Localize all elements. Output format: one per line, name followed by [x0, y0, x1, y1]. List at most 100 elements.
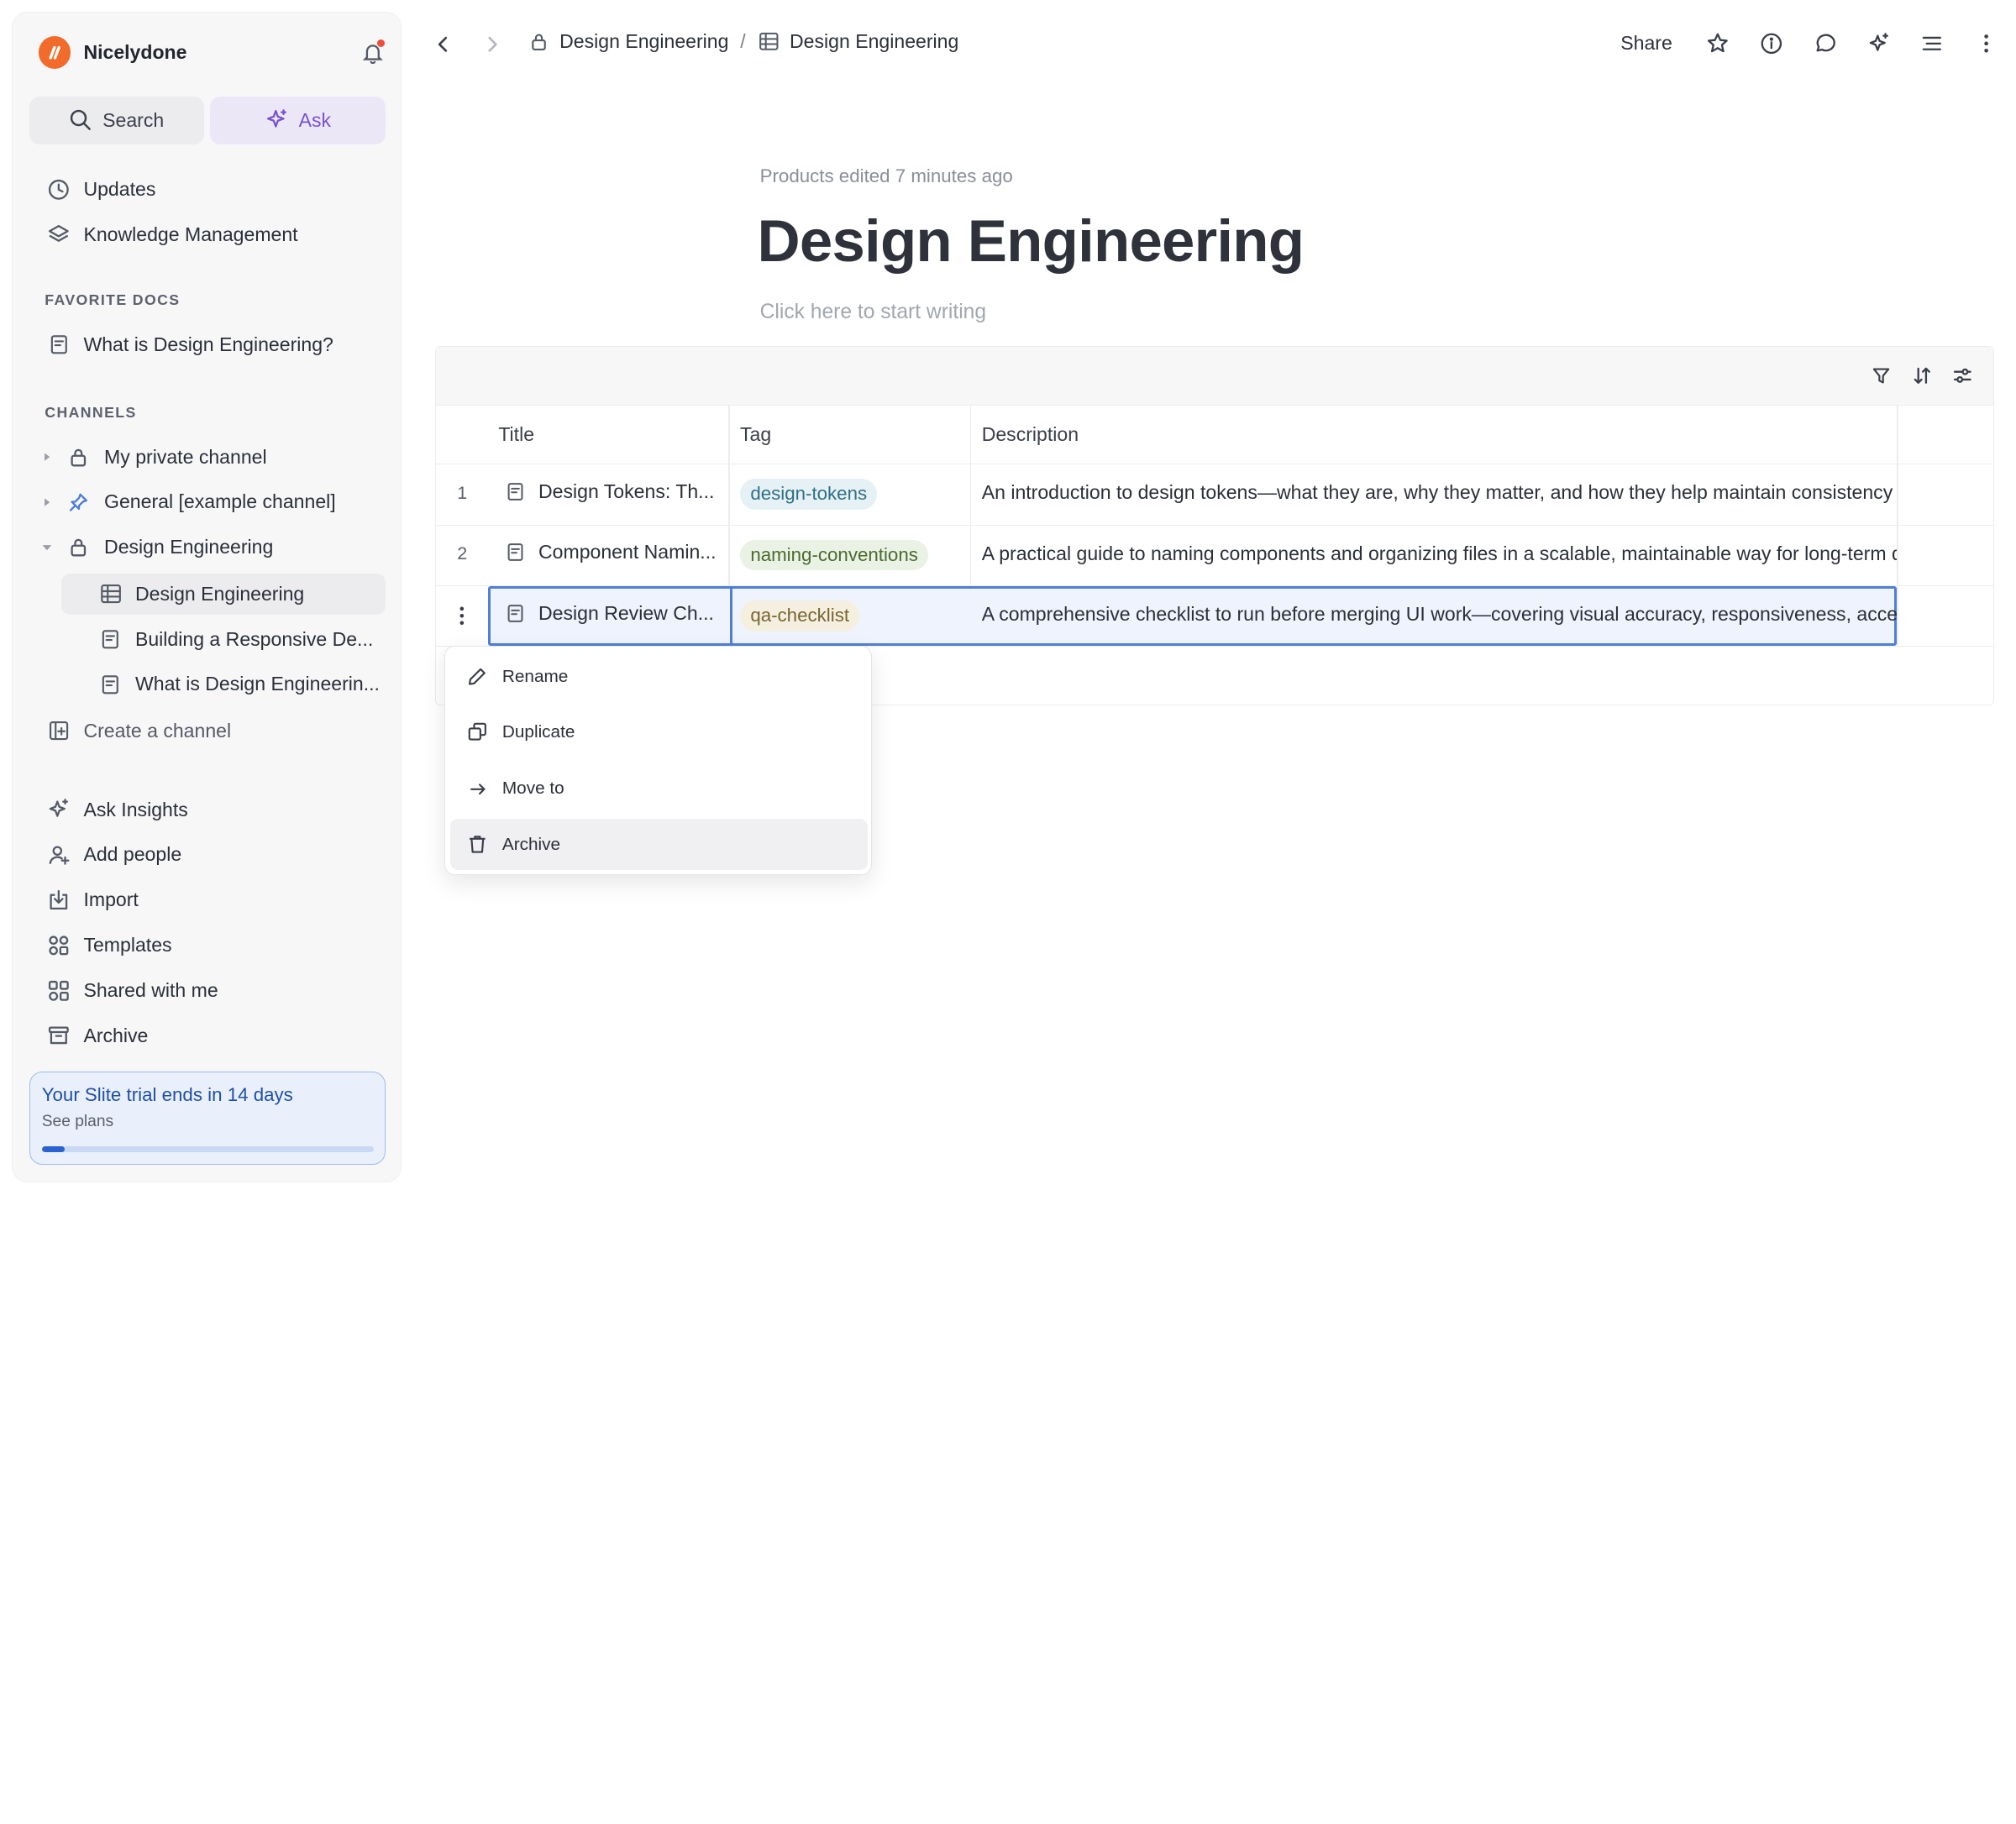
more-vertical-icon[interactable] [1972, 29, 2001, 58]
breadcrumb-doc[interactable]: Design Engineering [790, 30, 958, 53]
ai-sparkle-icon[interactable] [1865, 29, 1893, 58]
channel-child-label: Design Engineering [134, 582, 305, 605]
back-arrow-icon[interactable] [430, 31, 456, 57]
menu-item-archive[interactable]: Archive [450, 818, 869, 871]
channel-design-engineering[interactable]: Design Engineering [39, 528, 386, 567]
star-icon[interactable] [1704, 29, 1732, 58]
row-title-cell[interactable]: Design Review Ch... [503, 601, 714, 625]
caret-down-icon[interactable] [39, 542, 57, 553]
table-row-selected[interactable]: Design Review Ch... qa-checklist A compr… [436, 585, 1993, 647]
row-title: Design Review Ch... [538, 601, 714, 624]
table-toolbar [436, 347, 1993, 406]
sidebar-item-label: Knowledge Management [83, 223, 298, 245]
channel-label: General [example channel] [104, 490, 336, 513]
menu-item-label: Duplicate [501, 721, 575, 742]
lock-icon [528, 29, 551, 53]
row-number: 2 [457, 543, 468, 564]
archive-icon [46, 1023, 72, 1049]
row-number: 1 [457, 482, 468, 503]
channel-my-private-channel[interactable]: My private channel [39, 438, 386, 476]
row-title-cell[interactable]: Component Namin... [503, 541, 717, 564]
menu-item-label: Rename [501, 666, 569, 686]
forward-arrow-icon[interactable] [480, 31, 506, 57]
add-channel-icon [46, 718, 72, 744]
row-tag[interactable]: design-tokens [740, 479, 878, 511]
sidebar-item-label: Templates [83, 934, 172, 957]
row-description[interactable]: A comprehensive checklist to run before … [982, 603, 1897, 626]
workspace-header[interactable]: Nicelydone [38, 36, 387, 70]
channel-child-label: Building a Responsive De... [134, 627, 374, 650]
menu-item-move-to[interactable]: Move to [450, 763, 868, 815]
caret-right-icon[interactable] [39, 452, 57, 462]
column-header-title[interactable]: Title [498, 423, 534, 446]
sidebar-item-import[interactable]: Import [29, 881, 386, 920]
trial-progress-bar [41, 1145, 375, 1153]
settings-sliders-icon[interactable] [1950, 363, 1976, 389]
create-channel-label: Create a channel [83, 719, 232, 742]
channel-child-building-responsive[interactable]: Building a Responsive De... [61, 618, 386, 659]
sidebar-item-label: Updates [83, 178, 156, 201]
caret-right-icon[interactable] [39, 497, 57, 507]
arrow-right-icon [466, 778, 490, 801]
clock-icon [46, 176, 72, 202]
sidebar-item-templates[interactable]: Templates [29, 926, 386, 965]
see-plans-link[interactable]: See plans [42, 1113, 374, 1131]
sidebar-item-ask-insights[interactable]: Ask Insights [29, 790, 386, 829]
menu-item-label: Move to [501, 778, 564, 799]
sidebar-item-updates[interactable]: Updates [29, 170, 386, 209]
sidebar-item-knowledge-management[interactable]: Knowledge Management [29, 215, 386, 254]
row-actions-kebab-icon[interactable] [449, 601, 475, 630]
column-header-description[interactable]: Description [982, 423, 1079, 446]
row-description[interactable]: A practical guide to naming components a… [982, 542, 1897, 565]
notifications-bell-icon[interactable] [359, 39, 387, 67]
breadcrumb: Design Engineering / Design Engineering [528, 29, 958, 53]
row-tag[interactable]: naming-conventions [740, 539, 929, 571]
filter-icon[interactable] [1868, 363, 1894, 389]
templates-icon [46, 932, 72, 958]
favorite-doc-item[interactable]: What is Design Engineering? [29, 325, 386, 364]
channel-child-what-is-design-engineering[interactable]: What is Design Engineerin... [61, 663, 386, 705]
row-description[interactable]: An introduction to design tokens—what th… [982, 481, 1897, 504]
page-title[interactable]: Design Engineering [758, 207, 1305, 275]
breadcrumb-separator: / [740, 29, 746, 52]
sidebar-item-archive[interactable]: Archive [29, 1016, 386, 1055]
row-tag[interactable]: qa-checklist [740, 600, 860, 632]
info-icon[interactable] [1757, 29, 1786, 58]
duplicate-icon [466, 721, 490, 744]
breadcrumb-channel[interactable]: Design Engineering [559, 30, 728, 53]
menu-item-duplicate[interactable]: Duplicate [450, 706, 868, 758]
trash-icon [466, 833, 490, 857]
trial-banner[interactable]: Your Slite trial ends in 14 days See pla… [29, 1072, 386, 1166]
row-title-cell[interactable]: Design Tokens: Th... [503, 480, 714, 504]
table-row[interactable]: 1 Design Tokens: Th... design-tokens An … [436, 464, 1993, 526]
shared-icon [46, 978, 72, 1004]
ask-button[interactable]: Ask [210, 96, 386, 144]
sidebar-item-add-people[interactable]: Add people [29, 836, 386, 874]
ask-label: Ask [298, 108, 332, 131]
sort-icon[interactable] [1909, 363, 1935, 389]
sidebar-item-shared-with-me[interactable]: Shared with me [29, 971, 386, 1009]
comment-icon[interactable] [1810, 29, 1839, 58]
table-row[interactable]: 2 Component Namin... naming-conventions … [436, 526, 1993, 586]
menu-item-rename[interactable]: Rename [450, 651, 868, 703]
search-label: Search [102, 108, 165, 131]
sparkle-icon [46, 797, 72, 823]
pin-icon [66, 490, 92, 516]
table-header: Title Tag Description [436, 406, 1993, 465]
create-channel-button[interactable]: Create a channel [29, 711, 386, 750]
doc-body-placeholder[interactable]: Click here to start writing [760, 301, 986, 324]
outline-icon[interactable] [1918, 29, 1946, 58]
share-button[interactable]: Share [1620, 32, 1672, 55]
doc-icon [97, 671, 123, 697]
workspace-name: Nicelydone [83, 41, 187, 64]
channel-general[interactable]: General [example channel] [39, 483, 386, 522]
channel-child-design-engineering[interactable]: Design Engineering [61, 573, 386, 615]
favorite-docs-heading: FAVORITE DOCS [45, 291, 181, 309]
row-context-menu: Rename Duplicate Move to Archive [444, 646, 873, 875]
search-button[interactable]: Search [29, 96, 204, 144]
trial-title: Your Slite trial ends in 14 days [41, 1084, 293, 1106]
column-header-tag[interactable]: Tag [740, 423, 771, 446]
channel-label: Design Engineering [104, 536, 274, 558]
menu-item-label: Archive [501, 834, 561, 854]
top-bar: Design Engineering / Design Engineering … [427, 21, 2003, 67]
